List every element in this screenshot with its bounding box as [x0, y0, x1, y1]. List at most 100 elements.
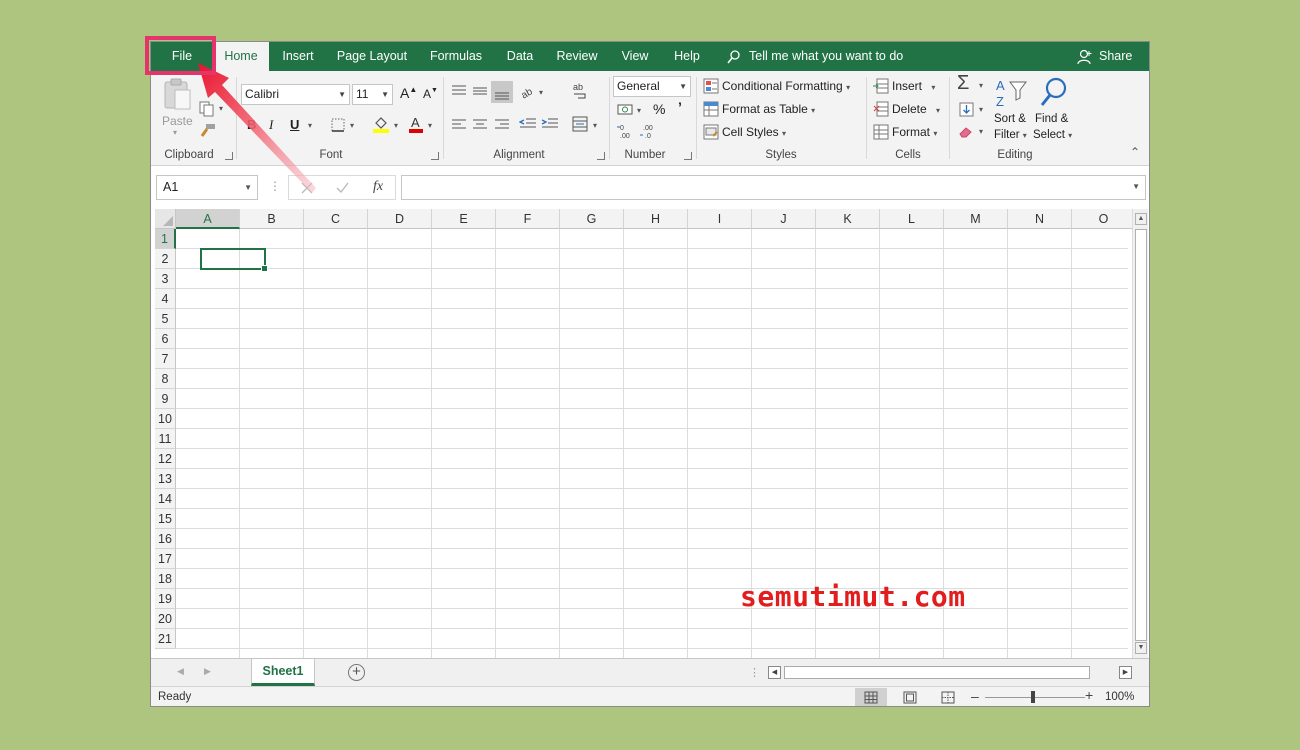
decrease-decimal-icon[interactable]: .00.0 — [639, 123, 659, 139]
column-header-j[interactable]: J — [752, 209, 816, 229]
row-header-2[interactable]: 2 — [155, 249, 176, 269]
delete-cells-button[interactable]: Delete ▾ — [892, 102, 940, 116]
cell-styles-button[interactable]: Cell Styles ▾ — [722, 125, 786, 139]
tab-split-handle-icon[interactable]: ⋮ — [749, 666, 760, 679]
copy-dropdown[interactable]: ▾ — [219, 104, 223, 113]
zoom-out-button[interactable]: – — [971, 688, 979, 704]
tab-page-layout[interactable]: Page Layout — [331, 42, 413, 71]
column-header-h[interactable]: H — [624, 209, 688, 229]
orientation-icon[interactable]: ab — [519, 83, 537, 99]
align-bottom-button[interactable] — [491, 81, 513, 103]
worksheet-grid[interactable]: ABCDEFGHIJKLMNO 1 2 3 4 5 6 7 8 9 10 11 12 13 14 15 16 1… — [151, 209, 1149, 658]
paste-button[interactable]: Paste — [162, 114, 193, 128]
zoom-level[interactable]: 100% — [1105, 691, 1134, 703]
delete-cells-icon[interactable] — [873, 101, 889, 117]
row-header-7[interactable]: 7 — [155, 349, 176, 369]
row-header-13[interactable]: 13 — [155, 469, 176, 489]
font-name-select[interactable]: Calibri ▼ — [241, 84, 350, 105]
borders-icon[interactable] — [331, 118, 345, 132]
underline-button[interactable]: U — [290, 117, 299, 132]
font-color-dropdown[interactable]: ▾ — [428, 121, 432, 130]
row-header-14[interactable]: 14 — [155, 489, 176, 509]
share-button[interactable]: Share — [1077, 42, 1132, 71]
zoom-slider[interactable] — [985, 697, 1085, 698]
scroll-down-icon[interactable]: ▼ — [1135, 642, 1147, 654]
find-select-button[interactable]: Select ▾ — [1033, 129, 1072, 141]
column-header-i[interactable]: I — [688, 209, 752, 229]
prev-sheet-icon[interactable]: ◀ — [177, 666, 184, 677]
increase-indent-icon[interactable] — [541, 117, 559, 131]
page-layout-view-button[interactable] — [894, 688, 926, 706]
grow-font-button[interactable]: A▲ — [400, 85, 417, 101]
row-header-3[interactable]: 3 — [155, 269, 176, 289]
align-center-icon[interactable] — [472, 118, 488, 132]
cells-area[interactable] — [176, 229, 1128, 658]
tell-me-search[interactable]: Tell me what you want to do — [727, 42, 903, 71]
format-as-table-button[interactable]: Format as Table ▾ — [722, 102, 815, 116]
column-header-o[interactable]: O — [1072, 209, 1136, 229]
fill-icon[interactable] — [959, 102, 974, 117]
row-header-6[interactable]: 6 — [155, 329, 176, 349]
clear-dropdown[interactable]: ▾ — [979, 127, 983, 136]
bold-button[interactable]: B — [247, 117, 256, 132]
zoom-slider-thumb[interactable] — [1031, 691, 1035, 703]
row-header-5[interactable]: 5 — [155, 309, 176, 329]
paste-dropdown[interactable]: ▾ — [173, 128, 177, 137]
select-all-button[interactable] — [155, 209, 176, 229]
conditional-formatting-button[interactable]: Conditional Formatting ▾ — [722, 79, 850, 93]
enter-check-icon[interactable] — [336, 182, 349, 194]
sort-filter-line1[interactable]: Sort & — [994, 113, 1026, 125]
fill-dropdown[interactable]: ▾ — [979, 105, 983, 114]
sort-filter-icon[interactable]: AZ — [994, 76, 1028, 110]
copy-icon[interactable] — [199, 101, 215, 117]
formula-input[interactable]: ▼ — [401, 175, 1146, 200]
scroll-right-icon[interactable]: ▶ — [1119, 666, 1132, 679]
paste-icon[interactable] — [163, 78, 193, 112]
name-box[interactable]: A1 ▼ — [156, 175, 258, 200]
horizontal-scroll-thumb[interactable] — [784, 666, 1090, 679]
tab-review[interactable]: Review — [551, 42, 603, 71]
column-header-d[interactable]: D — [368, 209, 432, 229]
collapse-ribbon-icon[interactable]: ⌃ — [1130, 145, 1140, 159]
row-header-8[interactable]: 8 — [155, 369, 176, 389]
comma-button[interactable]: ’ — [678, 99, 682, 115]
format-cells-button[interactable]: Format ▾ — [892, 125, 937, 139]
orientation-dropdown[interactable]: ▾ — [539, 88, 543, 97]
row-header-16[interactable]: 16 — [155, 529, 176, 549]
alignment-launcher-icon[interactable] — [597, 152, 605, 160]
merge-center-dropdown[interactable]: ▾ — [593, 121, 597, 130]
column-header-a[interactable]: A — [176, 209, 240, 229]
number-launcher-icon[interactable] — [684, 152, 692, 160]
row-header-21[interactable]: 21 — [155, 629, 176, 649]
vertical-scroll-thumb[interactable] — [1135, 229, 1147, 641]
column-header-f[interactable]: F — [496, 209, 560, 229]
autosum-dropdown[interactable]: ▾ — [979, 81, 983, 90]
accounting-dropdown[interactable]: ▾ — [637, 106, 641, 115]
row-header-15[interactable]: 15 — [155, 509, 176, 529]
underline-dropdown[interactable]: ▾ — [308, 121, 312, 130]
tab-insert[interactable]: Insert — [275, 42, 321, 71]
row-header-9[interactable]: 9 — [155, 389, 176, 409]
page-break-view-button[interactable] — [932, 688, 964, 706]
accounting-format-icon[interactable] — [617, 102, 635, 118]
tab-help[interactable]: Help — [667, 42, 707, 71]
row-header-1[interactable]: 1 — [155, 229, 176, 249]
font-size-select[interactable]: 11 ▼ — [352, 84, 393, 105]
zoom-in-button[interactable]: + — [1085, 687, 1093, 703]
insert-function-button[interactable]: fx — [373, 179, 383, 195]
align-top-icon[interactable] — [451, 84, 467, 98]
clear-icon[interactable] — [958, 126, 974, 138]
align-right-icon[interactable] — [494, 118, 510, 132]
borders-dropdown[interactable]: ▾ — [350, 121, 354, 130]
italic-button[interactable]: I — [269, 117, 273, 133]
tab-formulas[interactable]: Formulas — [423, 42, 489, 71]
row-header-20[interactable]: 20 — [155, 609, 176, 629]
tab-home[interactable]: Home — [213, 42, 269, 71]
row-header-19[interactable]: 19 — [155, 589, 176, 609]
shrink-font-button[interactable]: A▼ — [423, 87, 438, 101]
row-header-11[interactable]: 11 — [155, 429, 176, 449]
active-cell[interactable] — [200, 248, 268, 272]
column-header-b[interactable]: B — [240, 209, 304, 229]
row-header-12[interactable]: 12 — [155, 449, 176, 469]
fill-color-icon[interactable] — [372, 115, 390, 133]
